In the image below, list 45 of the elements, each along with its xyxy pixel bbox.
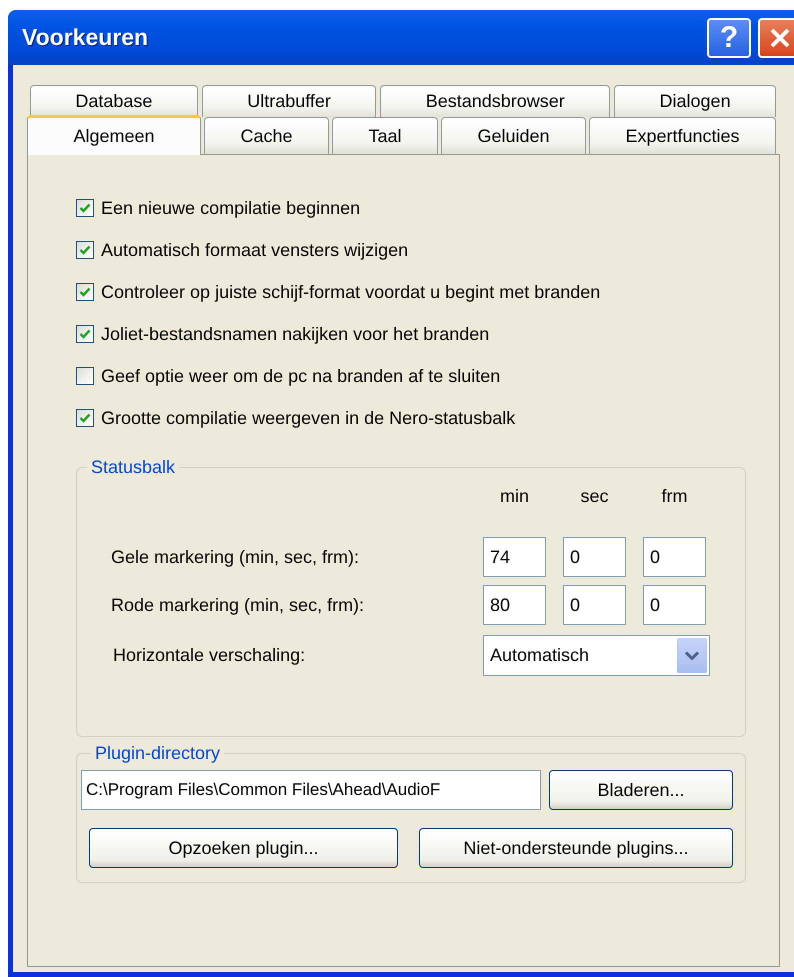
tab[interactable]: Database <box>30 85 198 117</box>
group-title: Plugin-directory <box>94 743 222 764</box>
checkbox-label[interactable]: Grootte compilatie weergeven in de Nero-statusbalk <box>101 408 516 428</box>
checkbox[interactable] <box>76 283 94 301</box>
input-field[interactable]: 74 <box>483 537 546 577</box>
checkbox[interactable] <box>76 241 94 259</box>
find-plugin-button[interactable]: Opzoeken plugin... <box>89 828 398 868</box>
column-header: min <box>498 485 530 508</box>
field-label: Horizontale verschaling: <box>112 645 306 666</box>
checkbox-label[interactable]: Joliet-bestandsnamen nakijken voor het branden <box>101 324 490 344</box>
field-label: Gele markering (min, sec, frm): <box>111 546 360 568</box>
tab[interactable]: Taal <box>332 117 438 154</box>
checkbox[interactable] <box>76 199 94 217</box>
checkbox-label[interactable]: Een nieuwe compilatie beginnen <box>101 198 360 218</box>
close-icon <box>770 28 790 48</box>
tab[interactable]: Algemeen <box>27 115 202 155</box>
input-field[interactable]: 0 <box>643 585 706 625</box>
checkbox[interactable] <box>76 409 94 427</box>
tab[interactable]: Cache <box>204 117 329 154</box>
checkbox-label[interactable]: Geef optie weer om de pc na branden af te sluiten <box>101 366 500 386</box>
group-title: Statusbalk <box>90 457 176 478</box>
tab[interactable]: Expertfuncties <box>589 117 776 154</box>
help-button[interactable]: ? <box>707 18 751 58</box>
input-field[interactable]: 80 <box>483 585 546 625</box>
checkbox[interactable] <box>76 367 94 385</box>
path-field[interactable]: C:\Program Files\Common Files\Ahead\AudioF <box>81 770 541 810</box>
column-header: sec <box>579 485 610 508</box>
browse-button[interactable]: Bladeren... <box>549 770 733 810</box>
input-field[interactable]: 0 <box>563 537 626 577</box>
tab[interactable]: Dialogen <box>614 85 776 117</box>
checkbox-label[interactable]: Automatisch formaat vensters wijzigen <box>101 240 408 260</box>
field-label: Rode markering (min, sec, frm): <box>111 594 366 616</box>
window-title: Voorkeuren <box>21 24 150 51</box>
tab[interactable]: Geluiden <box>440 117 586 154</box>
dropdown[interactable]: Automatisch <box>483 635 710 676</box>
tab[interactable]: Ultrabuffer <box>202 85 376 117</box>
checkbox[interactable] <box>76 325 94 343</box>
close-button[interactable] <box>758 18 794 58</box>
checkbox-label[interactable]: Controleer op juiste schijf-format voordat u begint met branden <box>101 282 600 302</box>
input-field[interactable]: 0 <box>643 537 706 577</box>
chevron-down-icon <box>685 651 699 660</box>
input-field[interactable]: 0 <box>563 585 626 625</box>
unsupported-plugins-button[interactable]: Niet-ondersteunde plugins... <box>419 828 733 868</box>
column-header: frm <box>660 485 688 508</box>
tab[interactable]: Bestandsbrowser <box>380 85 610 117</box>
